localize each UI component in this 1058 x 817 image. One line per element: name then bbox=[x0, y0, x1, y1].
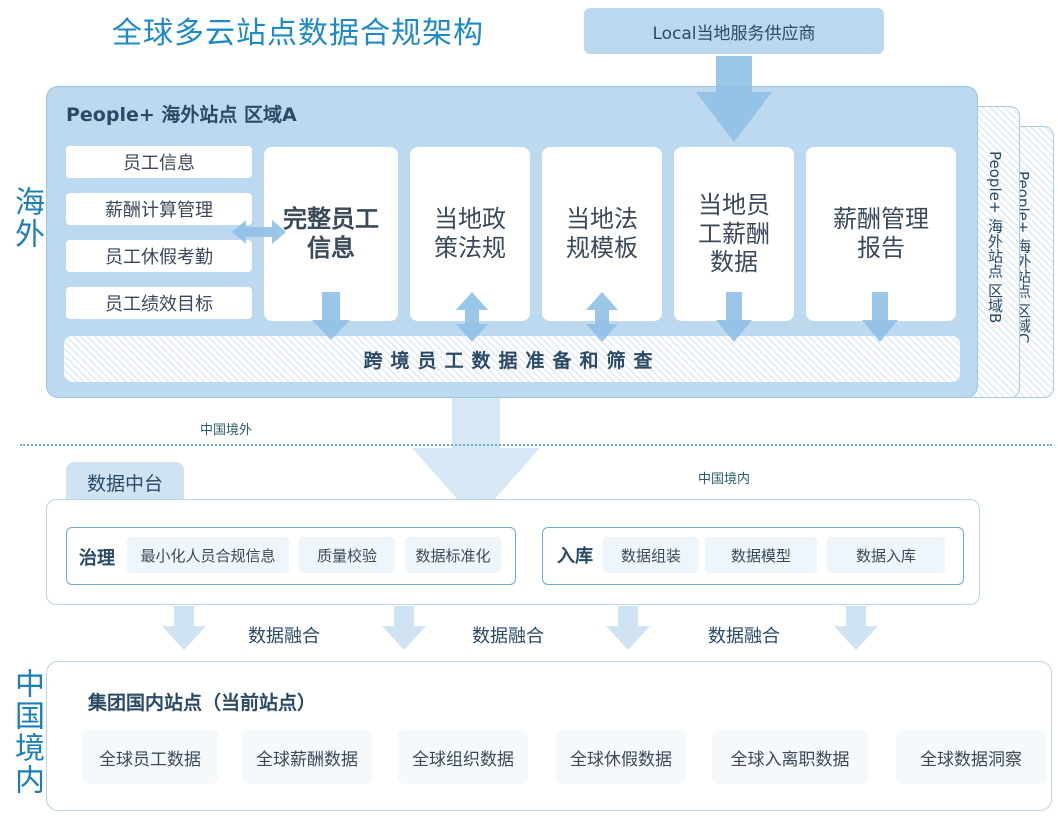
down-arrow-1 bbox=[312, 292, 350, 340]
global-data-chip: 全球薪酬数据 bbox=[242, 730, 372, 784]
data-platform-tab: 数据中台 bbox=[66, 462, 184, 502]
storage-chip: 数据模型 bbox=[705, 537, 817, 573]
storage-label: 入库 bbox=[557, 546, 593, 567]
down-arrow-3 bbox=[862, 292, 898, 342]
storage-chip: 数据组装 bbox=[603, 537, 699, 573]
fusion-arrow-1 bbox=[162, 606, 206, 650]
down-arrow-2 bbox=[716, 292, 752, 342]
governance-chip: 数据标准化 bbox=[405, 537, 501, 573]
inside-china-label: 中国境内 bbox=[698, 472, 751, 487]
governance-label: 治理 bbox=[79, 548, 115, 569]
global-data-chip: 全球入离职数据 bbox=[712, 730, 868, 784]
fusion-arrow-4 bbox=[834, 606, 878, 650]
domestic-site-title: 集团国内站点（当前站点） bbox=[88, 692, 317, 714]
governance-chip: 质量校验 bbox=[299, 537, 395, 573]
global-data-chip: 全球数据洞察 bbox=[896, 730, 1046, 784]
border-divider bbox=[20, 444, 1052, 446]
global-data-chip: 全球组织数据 bbox=[398, 730, 528, 784]
fusion-label: 数据融合 bbox=[708, 626, 780, 647]
fusion-arrow-3 bbox=[606, 606, 650, 650]
storage-chip: 数据入库 bbox=[827, 537, 945, 573]
governance-chip: 最小化人员合规信息 bbox=[127, 537, 289, 573]
global-data-chip: 全球员工数据 bbox=[82, 730, 218, 784]
fusion-label: 数据融合 bbox=[472, 626, 544, 647]
fusion-label: 数据融合 bbox=[248, 626, 320, 647]
governance-group: 治理 最小化人员合规信息 质量校验 数据标准化 bbox=[66, 527, 516, 585]
storage-group: 入库 数据组装 数据模型 数据入库 bbox=[542, 527, 964, 585]
global-data-chip: 全球休假数据 bbox=[556, 730, 686, 784]
updown-arrow-1 bbox=[456, 292, 488, 342]
supplier-down-arrow bbox=[696, 56, 772, 142]
updown-arrow-2 bbox=[586, 292, 618, 342]
fusion-arrow-2 bbox=[382, 606, 426, 650]
outside-china-label: 中国境外 bbox=[200, 423, 253, 438]
left-double-arrow bbox=[232, 220, 286, 244]
